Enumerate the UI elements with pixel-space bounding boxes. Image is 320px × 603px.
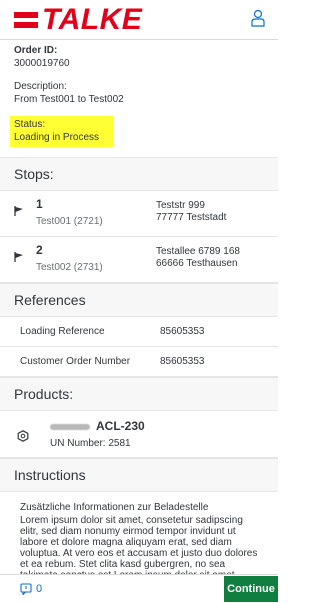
flag-icon (0, 198, 26, 236)
logo-mark-icon (14, 9, 38, 31)
status-field: Status: Loading in Process (10, 116, 114, 147)
description-field: Description: From Test001 to Test002 (14, 80, 264, 106)
app-header: TALKE (0, 0, 278, 39)
stop-name: Test001 (2721) (36, 216, 103, 227)
product-row[interactable]: ACL-230 UN Number: 2581 (0, 411, 278, 458)
instructions-heading: Zusätzliche Informationen zur Beladestel… (20, 502, 209, 513)
references-section-title: References (0, 283, 278, 317)
message-popover-icon (20, 583, 32, 595)
stop-number: 2 (36, 243, 43, 257)
un-number: UN Number: 2581 (50, 438, 131, 449)
order-info: Order ID: 3000019760 Description: From T… (0, 40, 278, 147)
brand-logo: TALKE (14, 3, 143, 36)
product-code: ACL-230 (96, 419, 145, 433)
description-label: Description: (14, 81, 67, 92)
continue-button[interactable]: Continue (224, 576, 278, 602)
instructions-section-title: Instructions (0, 458, 278, 492)
reference-key: Customer Order Number (20, 356, 131, 367)
order-id-value: 3000019760 (14, 58, 70, 69)
order-id-label: Order ID: (14, 45, 58, 56)
stops-section-title: Stops: (0, 157, 278, 191)
message-count: 0 (36, 583, 43, 595)
reference-value: 85605353 (160, 326, 205, 337)
description-value: From Test001 to Test002 (14, 94, 124, 105)
stop-address-line2: 66666 Testhausen (156, 258, 238, 269)
stop-number: 1 (36, 197, 43, 211)
redacted-text (50, 423, 90, 430)
reference-key: Loading Reference (20, 326, 105, 337)
footer-bar: 0 Continue (0, 574, 278, 603)
stop-name: Test002 (2731) (36, 262, 103, 273)
status-label: Status: (14, 119, 46, 130)
reference-row: Loading Reference 85605353 (0, 317, 278, 347)
reference-value: 85605353 (160, 356, 205, 367)
brand-name: TALKE (42, 3, 143, 36)
flag-icon (0, 244, 26, 282)
order-id-field: Order ID: 3000019760 (14, 44, 264, 70)
stop-address-line1: Teststr 999 (156, 200, 205, 211)
messages-button[interactable]: 0 (0, 583, 42, 595)
stop-row[interactable]: 2 Test002 (2731) Testallee 6789 168 6666… (0, 237, 278, 283)
status-value: Loading in Process (14, 132, 100, 143)
person-icon[interactable] (250, 9, 266, 27)
instructions-text: Zusätzliche Informationen zur Beladestel… (0, 492, 278, 585)
products-section-title: Products: (0, 377, 278, 411)
stop-row[interactable]: 1 Test001 (2721) Teststr 999 77777 Tests… (0, 191, 278, 237)
stop-address-line1: Testallee 6789 168 (156, 246, 240, 257)
stop-address-line2: 77777 Teststadt (156, 212, 227, 223)
reference-row: Customer Order Number 85605353 (0, 347, 278, 377)
hexagon-icon (0, 419, 40, 457)
